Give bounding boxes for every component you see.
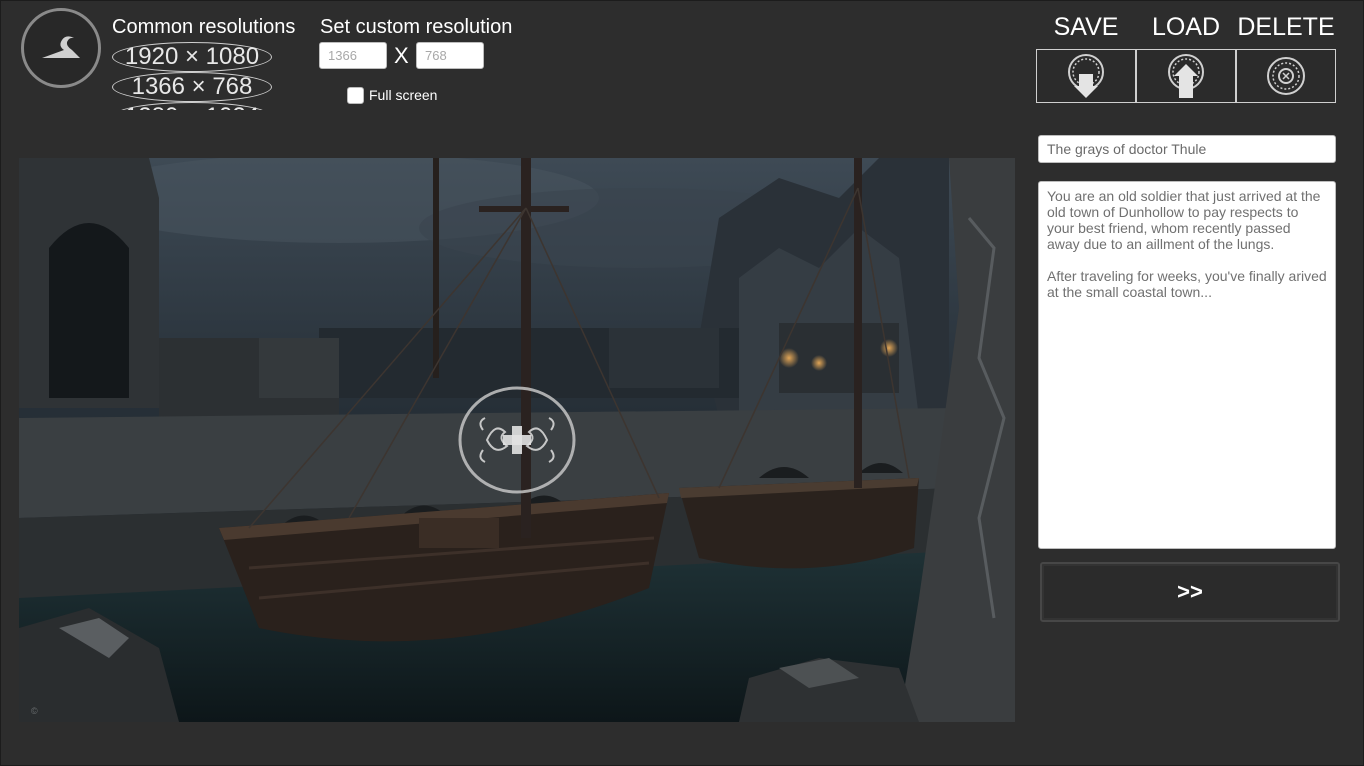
load-button[interactable] (1136, 49, 1236, 103)
fullscreen-checkbox[interactable] (347, 87, 364, 104)
width-input[interactable] (319, 42, 387, 69)
next-button[interactable]: >> (1040, 562, 1340, 622)
custom-resolution-title: Set custom resolution (320, 16, 513, 38)
ornament-emblem-icon[interactable] (457, 386, 577, 496)
logo-wave-icon[interactable] (21, 8, 101, 88)
resolution-list[interactable]: 1920 × 1080 1366 × 768 1280 × 1024 (112, 42, 274, 110)
save-download-icon (1068, 54, 1104, 98)
story-title-field[interactable]: The grays of doctor Thule (1038, 135, 1336, 163)
delete-seal-icon (1267, 57, 1305, 95)
resolution-option[interactable]: 1366 × 768 (112, 72, 272, 102)
story-paragraph: You are an old soldier that just arrived… (1047, 188, 1321, 252)
delete-label: DELETE (1237, 13, 1335, 41)
story-text-area[interactable]: You are an old soldier that just arrived… (1038, 181, 1336, 549)
resolution-option[interactable]: 1920 × 1080 (112, 42, 272, 72)
save-button[interactable] (1036, 49, 1136, 103)
common-resolutions-title: Common resolutions (112, 16, 296, 38)
scene-image: © (19, 158, 1015, 722)
resolution-option[interactable]: 1280 × 1024 (112, 102, 272, 110)
load-label: LOAD (1151, 13, 1221, 41)
delete-button[interactable] (1236, 49, 1336, 103)
fullscreen-label: Full screen (369, 87, 438, 103)
save-label: SAVE (1053, 13, 1119, 41)
height-input[interactable] (416, 42, 484, 69)
load-upload-icon (1168, 54, 1204, 98)
resolution-separator: X (394, 43, 409, 68)
svg-text:©: © (31, 706, 38, 716)
story-paragraph: After traveling for weeks, you've finall… (1047, 268, 1327, 300)
